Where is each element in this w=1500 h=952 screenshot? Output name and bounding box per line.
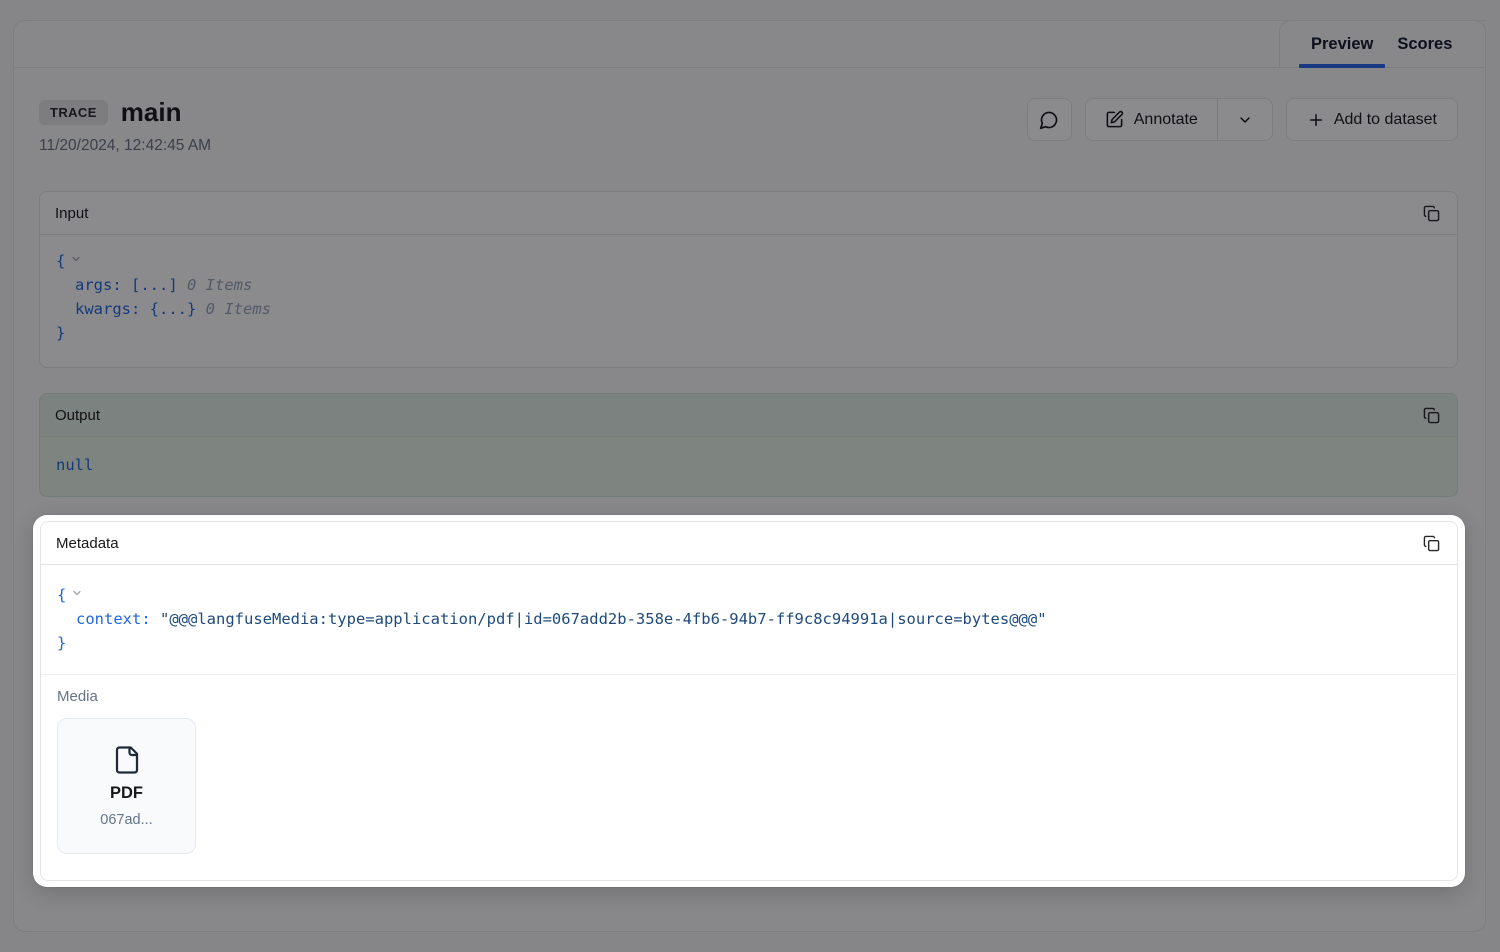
collapse-chevron-icon[interactable]	[71, 587, 83, 599]
metadata-spotlight: Metadata { context: "@@@la	[33, 515, 1465, 887]
copy-icon	[1423, 535, 1440, 552]
copy-metadata-button[interactable]	[1421, 533, 1442, 554]
media-section: Media PDF 067ad...	[41, 674, 1457, 880]
media-file-type: PDF	[110, 784, 143, 803]
trace-detail-page: Preview Scores TRACE main 11/20/2024, 12…	[0, 0, 1500, 952]
metadata-json-viewer: { context: "@@@langfuseMedia:type=applic…	[41, 565, 1457, 674]
json-string-value: "@@@langfuseMedia:type=application/pdf|i…	[160, 610, 1047, 628]
json-open-brace: {	[57, 586, 66, 604]
metadata-panel-title: Metadata	[56, 535, 119, 552]
json-close-brace: }	[57, 634, 66, 652]
media-file-id: 067ad...	[100, 812, 152, 828]
json-row-context: context: "@@@langfuseMedia:type=applicat…	[57, 607, 1441, 631]
media-section-label: Media	[57, 688, 1441, 705]
media-file-card[interactable]: PDF 067ad...	[57, 718, 196, 854]
file-icon	[112, 745, 142, 775]
json-key: context:	[76, 610, 160, 628]
metadata-panel: Metadata { context: "@@@la	[40, 521, 1458, 881]
